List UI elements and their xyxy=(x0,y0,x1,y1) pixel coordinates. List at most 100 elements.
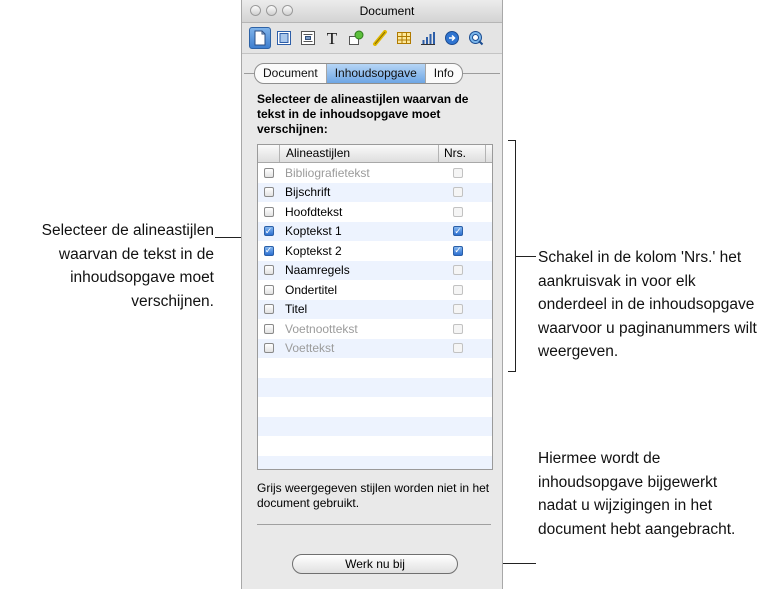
page-number-checkbox[interactable] xyxy=(453,304,463,315)
page-number-checkbox[interactable]: ✓ xyxy=(453,245,463,256)
nrs-cell xyxy=(439,187,492,198)
quicktime-icon[interactable] xyxy=(465,27,487,49)
style-name: Naamregels xyxy=(285,263,350,278)
include-cell xyxy=(258,304,279,315)
paragraph-styles-table: Alineastijlen Nrs. Bibliografietekst Bijs… xyxy=(257,144,493,470)
nrs-cell: ✓ xyxy=(439,245,492,256)
nrs-cell xyxy=(439,304,492,315)
table-row[interactable]: Voetnoottekst xyxy=(258,319,492,339)
bracket-right-top xyxy=(508,140,516,141)
table-row xyxy=(258,455,492,469)
callout-update: Hiermee wordt de inhoudsopgave bijgewerk… xyxy=(538,450,736,538)
include-cell: ✓ xyxy=(258,226,279,237)
table-row xyxy=(258,436,492,456)
nrs-cell xyxy=(439,167,492,178)
text-icon[interactable]: T xyxy=(321,27,343,49)
metrics-icon[interactable] xyxy=(369,27,391,49)
nrs-cell xyxy=(439,343,492,354)
page-number-checkbox[interactable] xyxy=(453,343,463,354)
instruction-text: Selecteer de alineastijlen waarvan de te… xyxy=(257,92,469,136)
table-row[interactable]: Bibliografietekst xyxy=(258,163,492,183)
layout-icon[interactable] xyxy=(273,27,295,49)
table-rows: Bibliografietekst Bijschrift Hoofdtekst ✓ Ko… xyxy=(258,163,492,469)
include-checkbox[interactable]: ✓ xyxy=(263,245,274,256)
header-alineastijlen[interactable]: Alineastijlen xyxy=(280,145,439,162)
tab-info[interactable]: Info xyxy=(426,64,462,83)
table-row[interactable]: ✓ Koptekst 2 ✓ xyxy=(258,241,492,261)
include-checkbox[interactable] xyxy=(263,265,274,276)
table-row[interactable]: Ondertitel xyxy=(258,280,492,300)
style-name: Bibliografietekst xyxy=(285,165,370,180)
include-checkbox[interactable] xyxy=(263,187,274,198)
table-row[interactable]: Bijschrift xyxy=(258,182,492,202)
table-row xyxy=(258,377,492,397)
table-row[interactable]: Naamregels xyxy=(258,260,492,280)
callout-page-numbers: Schakel in de kolom 'Nrs.' het aankruisv… xyxy=(538,249,757,360)
header-end xyxy=(486,145,492,162)
include-checkbox[interactable] xyxy=(263,343,274,354)
include-cell: ✓ xyxy=(258,245,279,256)
nrs-cell xyxy=(439,206,492,217)
style-name: Bijschrift xyxy=(285,185,331,200)
gray-styles-note: Grijs weergegeven stijlen worden niet in… xyxy=(257,481,490,510)
svg-text:T: T xyxy=(327,30,338,46)
table-icon[interactable] xyxy=(393,27,415,49)
style-name: Titel xyxy=(285,302,308,317)
divider xyxy=(257,524,491,525)
nrs-cell xyxy=(439,284,492,295)
title-bar: Document xyxy=(242,0,502,23)
leader-line-right xyxy=(515,256,536,257)
page-number-checkbox[interactable] xyxy=(453,323,463,334)
tab-inhoudsopgave[interactable]: Inhoudsopgave xyxy=(326,64,426,83)
table-row[interactable]: Hoofdtekst xyxy=(258,202,492,222)
page-number-checkbox[interactable] xyxy=(453,187,463,198)
include-cell xyxy=(258,284,279,295)
page-number-checkbox[interactable] xyxy=(453,167,463,178)
update-now-button[interactable]: Werk nu bij xyxy=(292,554,458,574)
include-cell xyxy=(258,206,279,217)
table-row[interactable]: Titel xyxy=(258,299,492,319)
table-row xyxy=(258,416,492,436)
include-cell xyxy=(258,187,279,198)
tab-document[interactable]: Document xyxy=(255,64,327,83)
style-name: Koptekst 2 xyxy=(285,243,342,258)
include-checkbox[interactable] xyxy=(263,284,274,295)
page-number-checkbox[interactable] xyxy=(453,265,463,276)
header-nrs[interactable]: Nrs. xyxy=(439,145,486,162)
table-row[interactable]: ✓ Koptekst 1 ✓ xyxy=(258,221,492,241)
style-name: Voettekst xyxy=(285,341,335,356)
table-row[interactable]: Voettekst xyxy=(258,338,492,358)
style-name: Ondertitel xyxy=(285,282,338,297)
include-checkbox[interactable]: ✓ xyxy=(263,226,274,237)
nrs-cell xyxy=(439,265,492,276)
document-inspector-window: Document T Document Inhoudsopgave Info S… xyxy=(241,0,503,589)
document-icon[interactable] xyxy=(249,27,271,49)
include-checkbox[interactable] xyxy=(263,206,274,217)
nrs-cell: ✓ xyxy=(439,226,492,237)
inspector-tabs: Document Inhoudsopgave Info xyxy=(244,63,500,84)
bracket-right-bottom xyxy=(508,371,516,372)
chart-icon[interactable] xyxy=(417,27,439,49)
table-row xyxy=(258,358,492,378)
include-cell xyxy=(258,323,279,334)
include-checkbox[interactable] xyxy=(263,167,274,178)
include-cell xyxy=(258,167,279,178)
link-icon[interactable] xyxy=(441,27,463,49)
page-number-checkbox[interactable] xyxy=(453,206,463,217)
include-checkbox[interactable] xyxy=(263,304,274,315)
window-title: Document xyxy=(359,4,415,18)
header-checkbox-column[interactable] xyxy=(258,145,280,162)
style-name: Hoofdtekst xyxy=(285,204,343,219)
include-cell xyxy=(258,343,279,354)
include-cell xyxy=(258,265,279,276)
page-number-checkbox[interactable] xyxy=(453,284,463,295)
wrap-icon[interactable] xyxy=(297,27,319,49)
graphic-icon[interactable] xyxy=(345,27,367,49)
style-name: Voetnoottekst xyxy=(285,321,358,336)
callout-select-styles: Selecteer de alineastijlen waarvan de te… xyxy=(41,222,214,310)
table-header: Alineastijlen Nrs. xyxy=(258,145,492,163)
include-checkbox[interactable] xyxy=(263,323,274,334)
page-number-checkbox[interactable]: ✓ xyxy=(453,226,463,237)
tab-group: Document Inhoudsopgave Info xyxy=(254,63,463,84)
inspector-toolbar: T xyxy=(242,23,502,54)
